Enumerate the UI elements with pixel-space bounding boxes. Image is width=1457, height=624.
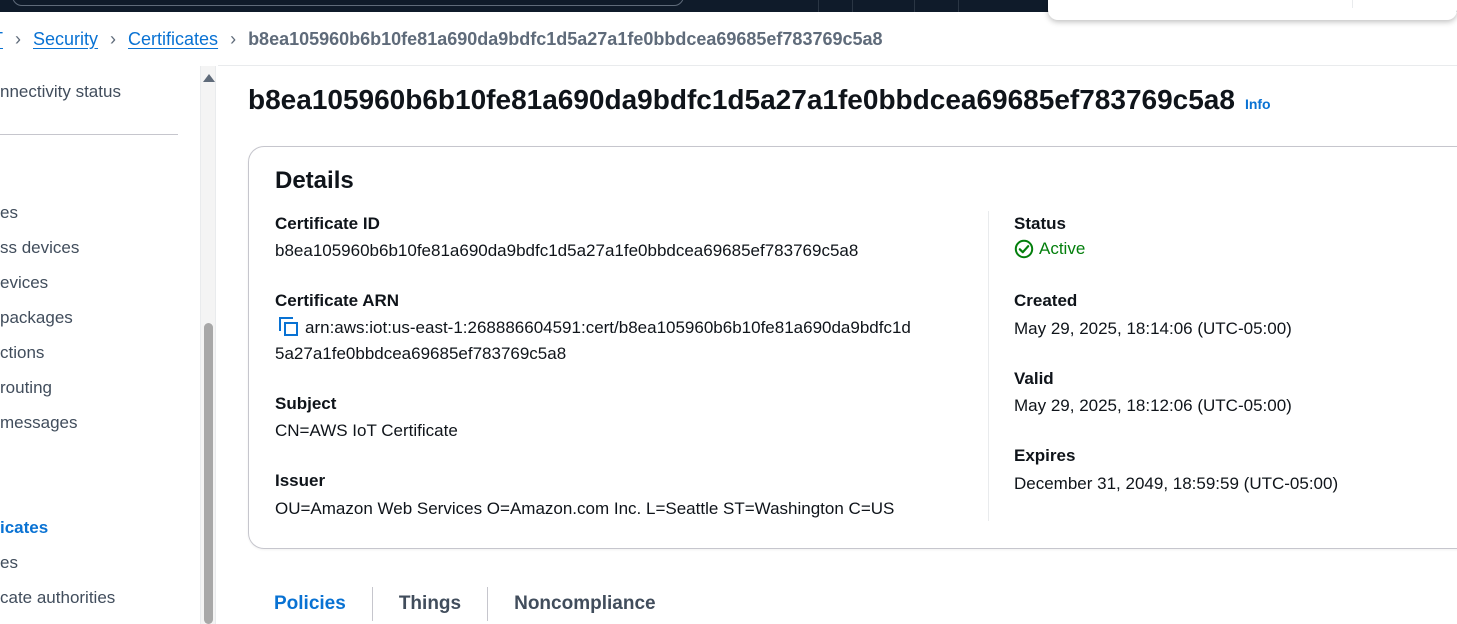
chevron-right-icon: › xyxy=(230,28,237,49)
sidebar-item-actions[interactable]: ctions xyxy=(0,343,44,363)
sidebar-item-routing[interactable]: routing xyxy=(0,378,52,398)
header-divider xyxy=(218,65,1457,66)
breadcrumb-current: b8ea105960b6b10fe81a690da9bdfc1d5a27a1fe… xyxy=(248,28,883,49)
sidebar-item-certificate-authorities[interactable]: cate authorities xyxy=(0,588,115,608)
sidebar-item-policies[interactable]: es xyxy=(0,553,18,573)
expires-label: Expires xyxy=(1014,446,1076,465)
global-search-input[interactable] xyxy=(12,0,684,6)
sidebar-scrollbar[interactable] xyxy=(200,66,216,624)
status-value: Active xyxy=(1039,239,1086,258)
sidebar-item-things[interactable]: es xyxy=(0,203,18,223)
breadcrumb-certificates-link[interactable]: Certificates xyxy=(128,29,218,50)
created-label: Created xyxy=(1014,291,1078,310)
copy-icon[interactable] xyxy=(279,317,299,337)
valid-label: Valid xyxy=(1014,369,1054,388)
status-badge: Active xyxy=(1014,239,1085,259)
certificate-id-label: Certificate ID xyxy=(275,214,380,233)
issuer-value: OU=Amazon Web Services O=Amazon.com Inc.… xyxy=(275,499,895,518)
breadcrumb: T › Security › Certificates › b8ea105960… xyxy=(0,24,883,54)
issuer-label: Issuer xyxy=(275,471,326,490)
chevron-right-icon: › xyxy=(15,28,21,49)
topbar-divider xyxy=(818,0,819,12)
chevron-right-icon: › xyxy=(110,28,117,49)
created-value: May 29, 2025, 18:14:06 (UTC-05:00) xyxy=(1014,319,1292,338)
sidebar-item-wireless-devices[interactable]: ss devices xyxy=(0,238,79,258)
certificate-arn-line1: arn:aws:iot:us-east-1:268886604591:cert/… xyxy=(305,318,911,337)
subject-label: Subject xyxy=(275,394,337,413)
certificate-arn-label: Certificate ARN xyxy=(275,291,400,310)
valid-value: May 29, 2025, 18:12:06 (UTC-05:00) xyxy=(1014,396,1292,415)
column-divider xyxy=(988,211,989,521)
caret-up-icon[interactable] xyxy=(203,74,215,82)
info-link[interactable]: Info xyxy=(1245,96,1271,112)
tab-list: Policies Things Noncompliance xyxy=(248,584,682,624)
sidebar-divider xyxy=(0,134,178,135)
tab-things[interactable]: Things xyxy=(373,587,487,621)
sidebar-item-messages[interactable]: messages xyxy=(0,413,77,433)
side-navigation: nnectivity status es ss devices evices p… xyxy=(0,66,200,624)
topbar-divider xyxy=(852,0,853,12)
status-label: Status xyxy=(1014,214,1066,233)
certificate-arn-value: arn:aws:iot:us-east-1:268886604591:cert/… xyxy=(275,315,975,367)
page-title-text: b8ea105960b6b10fe81a690da9bdfc1d5a27a1fe… xyxy=(248,84,1235,115)
scrollbar-thumb[interactable] xyxy=(204,323,213,624)
sidebar-item-packages[interactable]: packages xyxy=(0,308,73,328)
check-circle-icon xyxy=(1014,239,1034,259)
sidebar-item-certificates[interactable]: icates xyxy=(0,518,48,538)
popover-divider xyxy=(1352,0,1353,8)
topbar-dropdown-panel xyxy=(1048,0,1457,20)
subject-value: CN=AWS IoT Certificate xyxy=(275,421,458,440)
details-heading: Details xyxy=(275,167,354,194)
sidebar-item-devices[interactable]: evices xyxy=(0,273,48,293)
topbar-divider xyxy=(914,0,915,12)
certificate-id-value: b8ea105960b6b10fe81a690da9bdfc1d5a27a1fe… xyxy=(275,241,859,260)
page-title: b8ea105960b6b10fe81a690da9bdfc1d5a27a1fe… xyxy=(248,84,1271,116)
tab-policies[interactable]: Policies xyxy=(248,587,372,621)
tab-noncompliance[interactable]: Noncompliance xyxy=(488,587,681,621)
certificate-arn-line2: 5a27a1fe0bbdcea69685ef783769c5a8 xyxy=(275,344,567,363)
breadcrumb-security-link[interactable]: Security xyxy=(33,29,98,50)
details-container: Details Certificate ID b8ea105960b6b10fe… xyxy=(248,146,1457,549)
expires-value: December 31, 2049, 18:59:59 (UTC-05:00) xyxy=(1014,474,1339,493)
sidebar-item-connectivity-status[interactable]: nnectivity status xyxy=(0,82,121,102)
topbar-divider xyxy=(958,0,959,12)
top-navigation-bar xyxy=(0,0,1457,20)
